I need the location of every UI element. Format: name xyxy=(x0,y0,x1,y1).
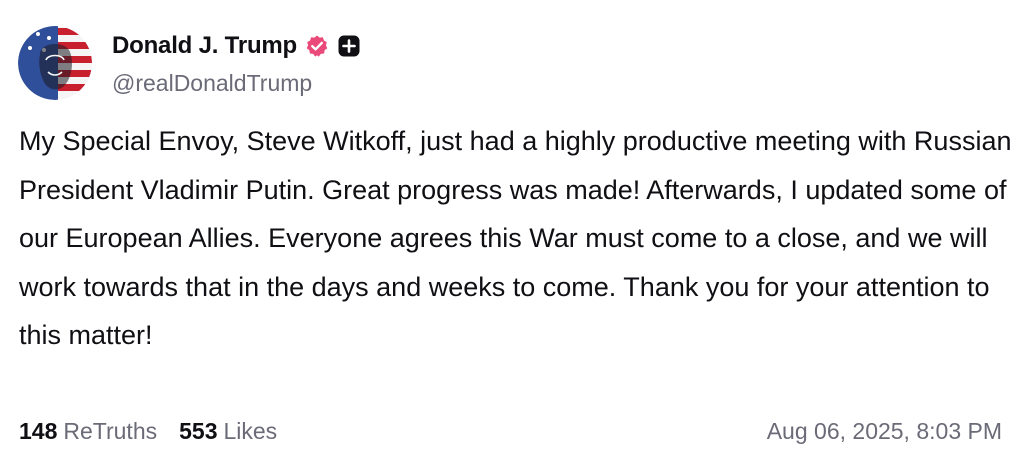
post-footer: 148 ReTruths 553 Likes Aug 06, 2025, 8:0… xyxy=(19,418,1002,445)
likes-count: 553 xyxy=(179,418,218,444)
verified-badge-icon xyxy=(305,34,329,58)
post-timestamp[interactable]: Aug 06, 2025, 8:03 PM xyxy=(767,418,1002,445)
author-display-name[interactable]: Donald J. Trump xyxy=(112,32,297,60)
author-handle[interactable]: @realDonaldTrump xyxy=(112,70,312,97)
retruths-count: 148 xyxy=(19,418,58,444)
plus-badge-icon xyxy=(337,34,361,58)
likes-label: Likes xyxy=(223,418,278,444)
retruths-label: ReTruths xyxy=(63,418,158,444)
truth-post: Donald J. Trump @realDonaldTrump My Spec… xyxy=(0,0,1024,471)
author-avatar[interactable] xyxy=(18,26,92,100)
author-name-row: Donald J. Trump xyxy=(112,30,361,62)
retruths-stat[interactable]: 148 ReTruths xyxy=(19,418,157,445)
likes-stat[interactable]: 553 Likes xyxy=(179,418,277,445)
post-body-text: My Special Envoy, Steve Witkoff, just ha… xyxy=(19,126,1012,350)
